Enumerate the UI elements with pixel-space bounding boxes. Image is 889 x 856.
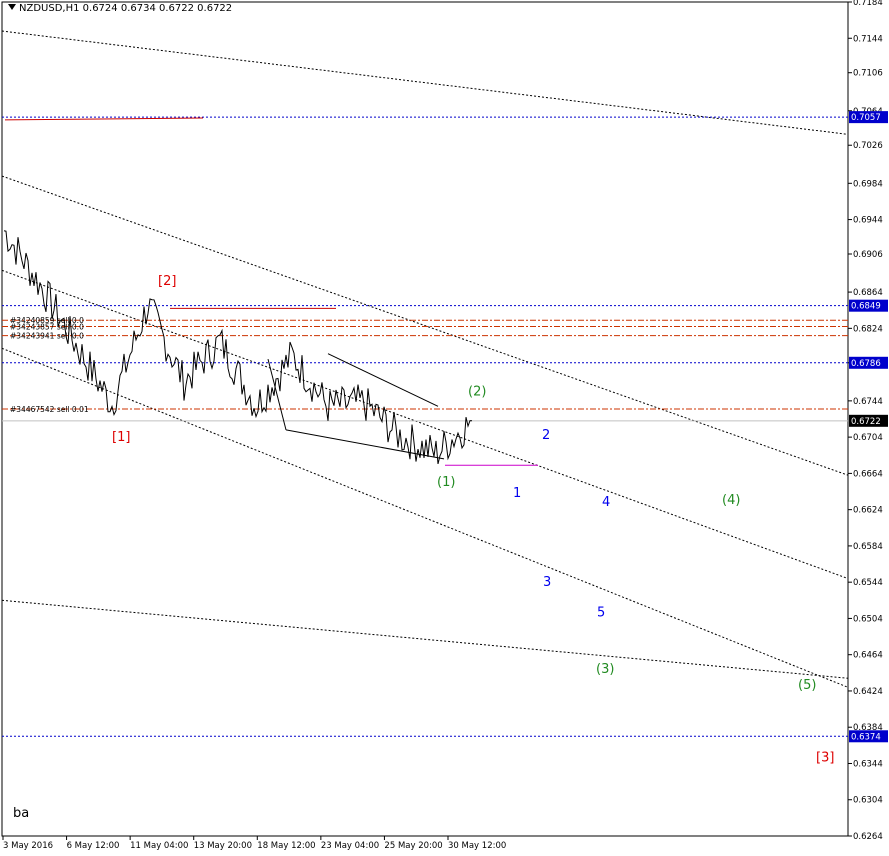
x-tick-label: 3 May 2016 <box>3 841 53 851</box>
corner-label: ba <box>13 806 30 821</box>
x-tick-label: 13 May 20:00 <box>194 841 252 851</box>
y-tick-label: 0.6624 <box>853 506 883 516</box>
wave-label: (4) <box>722 493 740 508</box>
y-tick-label: 0.7106 <box>853 69 883 79</box>
y-tick-label: 0.6544 <box>853 578 883 588</box>
wave-label: 5 <box>597 606 605 621</box>
chevron-down-icon[interactable] <box>8 4 16 10</box>
x-tick-label: 23 May 04:00 <box>321 841 379 851</box>
price-box-label: 0.6786 <box>851 359 881 369</box>
chart-header: NZDUSD,H1 0.6724 0.6734 0.6722 0.6722 <box>8 3 232 14</box>
y-tick-label: 0.6424 <box>853 687 883 697</box>
wave-label: 4 <box>602 495 610 510</box>
wave-label: 2 <box>542 428 550 443</box>
y-tick-label: 0.7184 <box>853 0 883 8</box>
y-tick-label: 0.6664 <box>853 469 883 479</box>
wave-label: [3] <box>816 751 834 766</box>
wave-label: [2] <box>158 274 176 289</box>
price-box-label: 0.6722 <box>851 417 881 427</box>
y-tick-label: 0.6464 <box>853 651 883 661</box>
price-box-label: 0.7057 <box>851 113 881 123</box>
red-level-segment <box>4 117 204 121</box>
order-label: #34467542 sell 0.01 <box>10 405 89 414</box>
wave-label: (5) <box>798 678 816 693</box>
price-chart[interactable]: 0.71840.71440.71060.70640.70260.69840.69… <box>0 0 889 856</box>
order-label: #34243941 sell 0.0 <box>10 332 84 341</box>
price-box-label: 0.6849 <box>851 302 881 312</box>
trend-line <box>1 347 849 688</box>
trend-line <box>1 269 849 580</box>
plot-frame <box>1 1 849 837</box>
price-series-line <box>3 230 473 465</box>
wave-label: 1 <box>513 486 521 501</box>
wave-label: (1) <box>437 475 455 490</box>
y-tick-label: 0.6344 <box>853 759 883 769</box>
wave-label: 3 <box>543 575 551 590</box>
x-tick-label: 25 May 20:00 <box>384 841 442 851</box>
symbol-label: NZDUSD,H1 <box>19 3 80 14</box>
y-tick-label: 0.6704 <box>853 433 883 443</box>
y-tick-label: 0.6984 <box>853 179 883 189</box>
y-tick-label: 0.6906 <box>853 250 883 260</box>
y-tick-label: 0.7026 <box>853 141 883 151</box>
y-tick-label: 0.6584 <box>853 542 883 552</box>
price-box-label: 0.6374 <box>851 732 881 742</box>
x-tick-label: 11 May 04:00 <box>130 841 188 851</box>
y-tick-label: 0.7144 <box>853 34 883 44</box>
y-tick-label: 0.6504 <box>853 614 883 624</box>
chart-container[interactable]: 0.71840.71440.71060.70640.70260.69840.69… <box>0 0 889 856</box>
y-tick-label: 0.6744 <box>853 397 883 407</box>
wave-label: [1] <box>112 430 130 445</box>
x-tick-label: 18 May 12:00 <box>257 841 315 851</box>
x-tick-label: 6 May 12:00 <box>67 841 120 851</box>
y-tick-label: 0.6824 <box>853 324 883 334</box>
y-tick-label: 0.6304 <box>853 796 883 806</box>
y-tick-label: 0.6944 <box>853 216 883 226</box>
ohlc-readout: 0.6724 0.6734 0.6722 0.6722 <box>82 3 233 14</box>
y-tick-label: 0.6864 <box>853 288 883 298</box>
y-tick-label: 0.6264 <box>853 832 883 842</box>
trend-line <box>1 599 849 679</box>
wave-label: (3) <box>596 662 614 677</box>
wave-label: (2) <box>468 384 486 399</box>
x-tick-label: 30 May 12:00 <box>448 841 506 851</box>
order-label: #34243857 sell 0.0 <box>10 323 84 332</box>
